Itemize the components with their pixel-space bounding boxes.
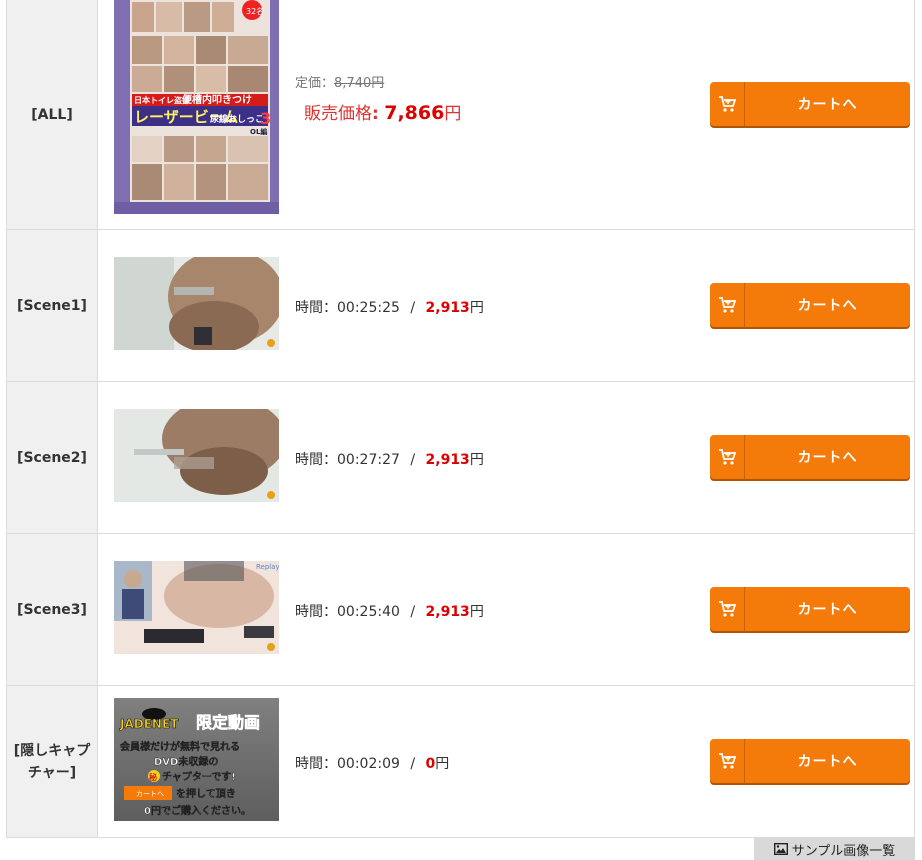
cart-icon xyxy=(710,435,745,479)
dvd-cover-image: 32名 日本トイレ盗撮 便槽内叩きつけ レーザービーム 尿線おしっこ 3 OL編 xyxy=(114,0,279,214)
scene-info: 時間：00:27:27 / 2,913円 xyxy=(295,452,484,468)
svg-text:JADENET: JADENET xyxy=(119,717,179,731)
svg-text:32名: 32名 xyxy=(246,6,264,16)
scene-info: 時間：00:25:25 / 2,913円 xyxy=(295,300,484,316)
duration: 00:02:09 xyxy=(337,756,400,772)
scene-info: 時間：00:25:40 / 2,913円 xyxy=(295,604,484,620)
dvd-cover-thumbnail[interactable]: 32名 日本トイレ盗撮 便槽内叩きつけ レーザービーム 尿線おしっこ 3 OL編 xyxy=(114,0,279,214)
list-price-value: 8,740円 xyxy=(334,76,385,91)
svg-text:OL編: OL編 xyxy=(250,127,267,136)
duration: 00:25:25 xyxy=(337,300,400,316)
scene3-image: Replay xyxy=(114,561,279,654)
cart-icon xyxy=(710,739,745,783)
sample-images-label: サンプル画像一覧 xyxy=(791,843,896,859)
list-price: 定価：8,740円 xyxy=(295,76,385,91)
add-to-cart-button[interactable]: カートへ xyxy=(710,739,910,783)
scene-info: 時間：00:02:09 / 0円 xyxy=(295,756,450,772)
scene-price: 2,913 xyxy=(425,604,470,620)
duration: 00:25:40 xyxy=(337,604,400,620)
svg-text:カートへ: カートへ xyxy=(136,790,164,798)
product-row-scene3: [Scene3] Replay 時間：00:25:40 / 2,913円 カート… xyxy=(6,534,915,686)
cart-icon xyxy=(710,587,745,631)
scene-price: 0 xyxy=(425,756,436,772)
price-info: 定価：8,740円 販売価格: 7,866円 xyxy=(295,72,461,124)
add-to-cart-label: カートへ xyxy=(797,602,858,618)
row-label: [Scene2] xyxy=(7,382,98,533)
scene2-thumbnail[interactable] xyxy=(114,409,279,502)
scene-price: 2,913 xyxy=(425,300,470,316)
product-row-scene2: [Scene2] 時間：00:27:27 / 2,913円 カートへ xyxy=(6,382,915,534)
svg-text:Replay: Replay xyxy=(256,563,279,571)
svg-text:を押して頂き: を押して頂き xyxy=(176,787,236,800)
product-row-hidden-capture: [隠しキャプチャー] JADENET 限定動画 会員様だけが無料で見れる DVD… xyxy=(6,686,915,838)
add-to-cart-button[interactable]: カートへ xyxy=(710,82,910,126)
cart-icon xyxy=(710,283,745,327)
svg-text:3: 3 xyxy=(260,109,271,128)
image-icon xyxy=(773,843,788,855)
svg-text:DVD未収録の: DVD未収録の xyxy=(154,755,218,768)
scene1-thumbnail[interactable] xyxy=(114,257,279,350)
svg-text:0円でご購入ください。: 0円でご購入ください。 xyxy=(144,804,251,817)
svg-text:秘: 秘 xyxy=(149,772,157,782)
cart-icon xyxy=(710,82,745,126)
product-row-scene1: [Scene1] 時間：00:25:25 / 2,913円 カートへ xyxy=(6,230,915,382)
row-label: [Scene1] xyxy=(7,230,98,381)
scene-price: 2,913 xyxy=(425,452,470,468)
scene1-image xyxy=(114,257,279,350)
hidden-capture-banner[interactable]: JADENET 限定動画 会員様だけが無料で見れる DVD未収録の 秘 チャプタ… xyxy=(114,698,279,821)
svg-text:尿線おしっこ: 尿線おしっこ xyxy=(210,113,264,125)
svg-text:会員様だけが無料で見れる: 会員様だけが無料で見れる xyxy=(120,740,240,753)
duration: 00:27:27 xyxy=(337,452,400,468)
sale-price-value: 7,866 xyxy=(384,102,445,124)
add-to-cart-button[interactable]: カートへ xyxy=(710,283,910,327)
add-to-cart-button[interactable]: カートへ xyxy=(710,587,910,631)
sample-images-tab[interactable]: サンプル画像一覧 xyxy=(754,838,915,860)
svg-text:便槽内叩きつけ: 便槽内叩きつけ xyxy=(182,93,252,106)
row-label: [Scene3] xyxy=(7,534,98,685)
sale-price: 販売価格: 7,866円 xyxy=(304,102,462,124)
svg-text:限定動画: 限定動画 xyxy=(196,713,260,732)
row-label: [隠しキャプチャー] xyxy=(7,686,98,837)
scene3-thumbnail[interactable]: Replay xyxy=(114,561,279,654)
add-to-cart-label: カートへ xyxy=(797,298,858,314)
product-row-all: [ALL] 32名 日本トイレ盗撮 便槽内叩きつけ レーザービーム 尿線おしっこ… xyxy=(6,0,915,230)
scene2-image xyxy=(114,409,279,502)
add-to-cart-button[interactable]: カートへ xyxy=(710,435,910,479)
add-to-cart-label: カートへ xyxy=(797,97,858,113)
add-to-cart-label: カートへ xyxy=(797,450,858,466)
hidden-capture-banner-image: JADENET 限定動画 会員様だけが無料で見れる DVD未収録の 秘 チャプタ… xyxy=(114,698,279,821)
svg-text:チャプターです!: チャプターです! xyxy=(162,770,236,783)
row-label: [ALL] xyxy=(7,0,98,229)
add-to-cart-label: カートへ xyxy=(797,754,858,770)
